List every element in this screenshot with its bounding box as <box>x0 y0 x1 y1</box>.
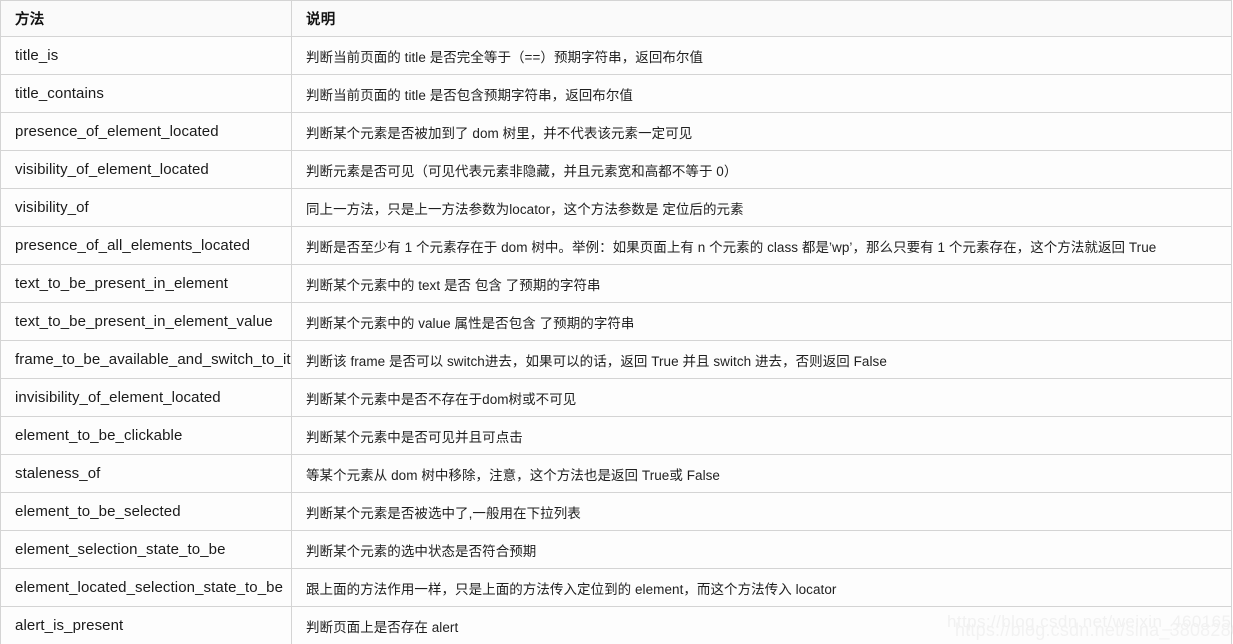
table-header-row: 方法 说明 <box>0 0 1232 37</box>
table-row: element_to_be_clickable 判断某个元素中是否可见并且可点击 <box>0 416 1232 455</box>
table-row: presence_of_element_located 判断某个元素是否被加到了 … <box>0 112 1232 151</box>
cell-method-description: 判断某个元素中的 value 属性是否包含 了预期的字符串 <box>291 302 1232 341</box>
cell-method-name: visibility_of_element_located <box>0 150 292 189</box>
column-header-method: 方法 <box>0 0 292 37</box>
cell-method-name: title_contains <box>0 74 292 113</box>
cell-method-description: 判断该 frame 是否可以 switch进去，如果可以的话，返回 True 并… <box>291 340 1232 379</box>
cell-method-name: presence_of_all_elements_located <box>0 226 292 265</box>
cell-method-name: invisibility_of_element_located <box>0 378 292 417</box>
cell-method-description: 判断某个元素的选中状态是否符合预期 <box>291 530 1232 569</box>
column-header-description: 说明 <box>291 0 1232 37</box>
table-row: alert_is_present 判断页面上是否存在 alert <box>0 606 1232 644</box>
table-row: visibility_of_element_located 判断元素是否可见（可见… <box>0 150 1232 189</box>
cell-method-description: 判断页面上是否存在 alert <box>291 606 1232 644</box>
cell-method-description: 判断是否至少有 1 个元素存在于 dom 树中。举例：如果页面上有 n 个元素的… <box>291 226 1232 265</box>
cell-method-description: 判断元素是否可见（可见代表元素非隐藏，并且元素宽和高都不等于 0） <box>291 150 1232 189</box>
cell-method-description: 判断当前页面的 title 是否完全等于（==）预期字符串，返回布尔值 <box>291 36 1232 75</box>
cell-method-name: element_to_be_selected <box>0 492 292 531</box>
table-row: title_contains 判断当前页面的 title 是否包含预期字符串，返回… <box>0 74 1232 113</box>
cell-method-description: 判断某个元素是否被选中了,一般用在下拉列表 <box>291 492 1232 531</box>
cell-method-name: staleness_of <box>0 454 292 493</box>
cell-method-name: element_to_be_clickable <box>0 416 292 455</box>
table-header: 方法 说明 <box>0 0 1232 37</box>
table-row: element_to_be_selected 判断某个元素是否被选中了,一般用在下… <box>0 492 1232 531</box>
cell-method-name: frame_to_be_available_and_switch_to_it <box>0 340 292 379</box>
cell-method-description: 等某个元素从 dom 树中移除，注意，这个方法也是返回 True或 False <box>291 454 1232 493</box>
cell-method-name: element_selection_state_to_be <box>0 530 292 569</box>
cell-method-description: 跟上面的方法作用一样，只是上面的方法传入定位到的 element，而这个方法传入… <box>291 568 1232 607</box>
cell-method-name: title_is <box>0 36 292 75</box>
cell-method-name: alert_is_present <box>0 606 292 644</box>
table-row: invisibility_of_element_located 判断某个元素中是否… <box>0 378 1232 417</box>
cell-method-description: 判断某个元素中的 text 是否 包含 了预期的字符串 <box>291 264 1232 303</box>
cell-method-description: 判断某个元素是否被加到了 dom 树里，并不代表该元素一定可见 <box>291 112 1232 151</box>
table-row: element_located_selection_state_to_be 跟上面… <box>0 568 1232 607</box>
cell-method-name: element_located_selection_state_to_be <box>0 568 292 607</box>
cell-method-description: 判断某个元素中是否可见并且可点击 <box>291 416 1232 455</box>
table-row: staleness_of 等某个元素从 dom 树中移除，注意，这个方法也是返回 … <box>0 454 1232 493</box>
cell-method-description: 同上一方法，只是上一方法参数为locator，这个方法参数是 定位后的元素 <box>291 188 1232 227</box>
methods-table: 方法 说明 title_is 判断当前页面的 title 是否完全等于（==）预期… <box>0 0 1232 644</box>
table-row: element_selection_state_to_be 判断某个元素的选中状态… <box>0 530 1232 569</box>
table-row: presence_of_all_elements_located 判断是否至少有 … <box>0 226 1232 265</box>
cell-method-description: 判断当前页面的 title 是否包含预期字符串，返回布尔值 <box>291 74 1232 113</box>
cell-method-name: text_to_be_present_in_element_value <box>0 302 292 341</box>
cell-method-name: presence_of_element_located <box>0 112 292 151</box>
table-body: title_is 判断当前页面的 title 是否完全等于（==）预期字符串，返回… <box>0 36 1232 644</box>
table-row: text_to_be_present_in_element_value 判断某个元… <box>0 302 1232 341</box>
cell-method-name: text_to_be_present_in_element <box>0 264 292 303</box>
table-row: text_to_be_present_in_element 判断某个元素中的 te… <box>0 264 1232 303</box>
table-row: visibility_of 同上一方法，只是上一方法参数为locator，这个方法… <box>0 188 1232 227</box>
cell-method-description: 判断某个元素中是否不存在于dom树或不可见 <box>291 378 1232 417</box>
cell-method-name: visibility_of <box>0 188 292 227</box>
table-row: title_is 判断当前页面的 title 是否完全等于（==）预期字符串，返回… <box>0 36 1232 75</box>
table-row: frame_to_be_available_and_switch_to_it 判断… <box>0 340 1232 379</box>
table-container: 方法 说明 title_is 判断当前页面的 title 是否完全等于（==）预期… <box>0 0 1233 644</box>
